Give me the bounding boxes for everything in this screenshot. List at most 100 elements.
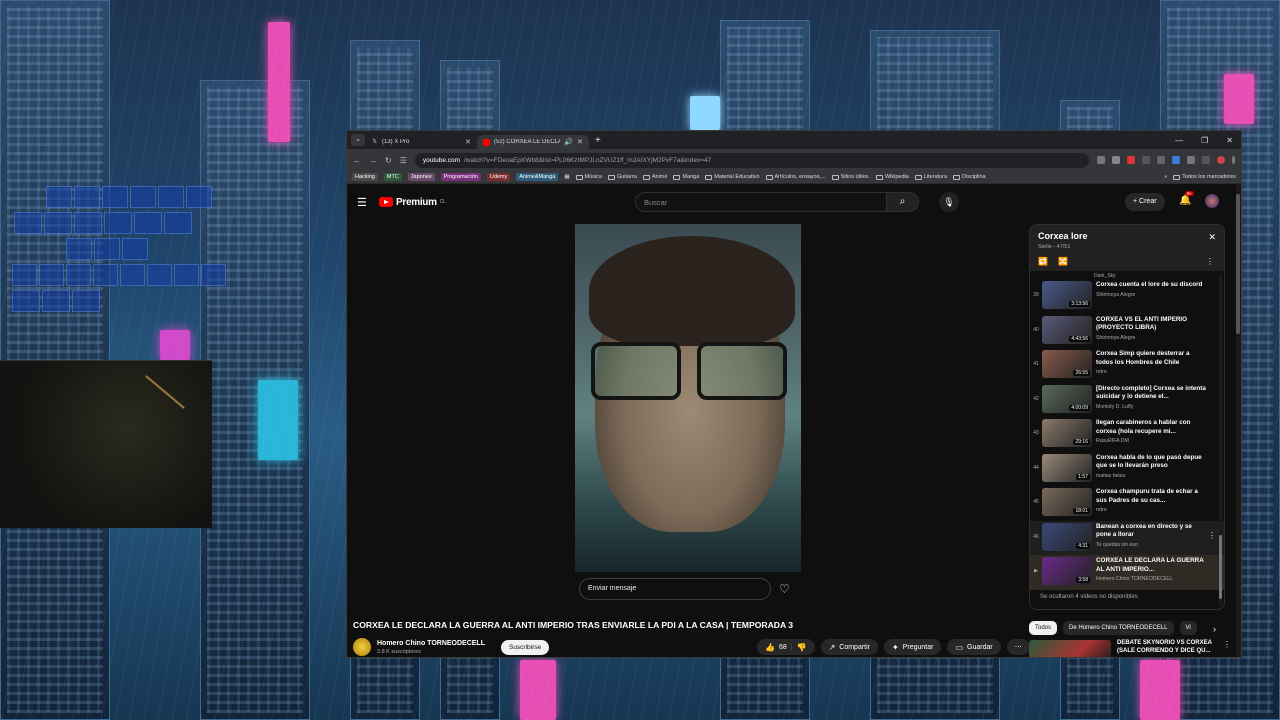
bookmark-star-icon[interactable]: [1112, 156, 1120, 164]
scrollbar-thumb[interactable]: [1236, 194, 1240, 334]
bookmark-folder[interactable]: Música: [575, 174, 602, 180]
tab-youtube[interactable]: (52) CORXEA LE DECLARA L 🔊 ✕: [477, 135, 589, 149]
recommended-thumbnail[interactable]: [1029, 640, 1111, 657]
share-button[interactable]: ↗ Compartir: [820, 639, 878, 655]
playlist-item[interactable]: 41 26:55 Corxea Simp quiere desterrar a to…: [1030, 348, 1224, 383]
thumbs-down-icon[interactable]: 👎: [797, 643, 807, 652]
voice-search-button[interactable]: 🎙: [939, 192, 959, 212]
playlist-item-thumbnail[interactable]: 3:58: [1042, 557, 1092, 585]
search-input[interactable]: Buscar: [635, 192, 887, 212]
youtube-logo[interactable]: Premium CL: [379, 197, 446, 208]
playlist-item[interactable]: 44 1:57 Corxea habla de lo que pasó depue …: [1030, 452, 1224, 487]
playlist-item[interactable]: ▶ 3:58 CORXEA LE DECLARA LA GUERRA AL ANTI…: [1030, 555, 1224, 590]
menu-icon[interactable]: ☰: [357, 196, 379, 209]
scrollbar-thumb[interactable]: [1219, 535, 1222, 599]
forward-icon[interactable]: →: [369, 156, 377, 165]
extension-icon[interactable]: [1172, 156, 1180, 164]
profile-icon[interactable]: [1217, 156, 1225, 164]
playlist-item[interactable]: 45 18:01 Corxea champuru trata de echar a …: [1030, 486, 1224, 521]
filter-chip-channel[interactable]: De Homero Chino TORNEODECELL: [1063, 621, 1174, 635]
tab-search-icon[interactable]: ⌄: [351, 134, 365, 146]
filter-chip-all[interactable]: Todos: [1029, 621, 1058, 635]
search-button[interactable]: ⌕: [887, 192, 919, 212]
channel-avatar[interactable]: [353, 638, 371, 656]
bookmark-folder[interactable]: Animé: [642, 174, 667, 180]
ask-button[interactable]: ✦ Preguntar: [884, 639, 942, 655]
close-window-icon[interactable]: ✕: [1226, 136, 1233, 145]
chevron-right-icon[interactable]: ›: [1213, 624, 1216, 634]
page-scrollbar[interactable]: [1236, 184, 1241, 657]
save-button[interactable]: ▭ Guardar: [947, 639, 1001, 655]
loop-icon[interactable]: 🔁: [1038, 257, 1048, 266]
bookmark-folder[interactable]: Literatura: [914, 174, 947, 180]
bookmark-folder[interactable]: Disciplina: [953, 174, 986, 180]
all-bookmarks-folder[interactable]: Todos los marcadores: [1173, 174, 1236, 180]
playlist-item[interactable]: 42 4:00:09 [Directo completo] Corxea se in…: [1030, 383, 1224, 418]
menu-icon[interactable]: [1232, 156, 1235, 164]
create-button[interactable]: + Crear: [1125, 193, 1165, 211]
bookmark-folder[interactable]: Artículos, ensayos,...: [765, 174, 826, 180]
close-icon[interactable]: ✕: [577, 138, 583, 146]
bookmark-folder[interactable]: Wikipedia: [875, 174, 909, 180]
more-actions-button[interactable]: ⋯: [1006, 639, 1030, 655]
playlist-item-thumbnail[interactable]: 4:43:56: [1042, 315, 1092, 344]
playlist-item[interactable]: 39 3:13:56 Corxea cuenta el lore de su dis…: [1030, 279, 1224, 314]
playlist-item-thumbnail[interactable]: 18:01: [1042, 488, 1092, 516]
speaker-icon[interactable]: 🔊: [564, 138, 573, 146]
playlist-item-thumbnail[interactable]: 26:55: [1042, 350, 1092, 378]
recommended-title[interactable]: DEBATE SKYNORIO VS CORXEA (SALE CORRIEND…: [1117, 640, 1217, 657]
bookmark-folder[interactable]: Guitarra: [607, 174, 637, 180]
bookmark-folder[interactable]: Manga: [673, 174, 699, 180]
notifications-button[interactable]: 🔔 9+: [1179, 191, 1195, 206]
recommended-item[interactable]: DEBATE SKYNORIO VS CORXEA (SALE CORRIEND…: [1029, 640, 1231, 657]
subscribe-button[interactable]: Suscribirse: [500, 639, 550, 655]
extension-icon[interactable]: [1127, 156, 1135, 164]
maximize-icon[interactable]: ❐: [1201, 136, 1208, 145]
bookmark-chip[interactable]: Japones: [407, 173, 435, 181]
shuffle-icon[interactable]: 🔀: [1058, 257, 1068, 266]
cast-icon[interactable]: [1097, 156, 1105, 164]
puzzle-icon[interactable]: [1187, 156, 1195, 164]
new-tab-button[interactable]: +: [595, 135, 601, 146]
bookmark-chip[interactable]: Hacking: [352, 173, 378, 181]
bookmark-chip[interactable]: Udemy: [486, 173, 511, 181]
extension-icon[interactable]: [1142, 156, 1150, 164]
playlist-title[interactable]: Corxea lore: [1038, 231, 1216, 241]
minimize-icon[interactable]: —: [1175, 136, 1183, 145]
extension-icon[interactable]: [1157, 156, 1165, 164]
message-input[interactable]: Enviar mensaje: [579, 578, 771, 600]
site-info-icon[interactable]: ☰: [400, 156, 407, 165]
bookmark-folder[interactable]: Sitios útiles.: [831, 174, 870, 180]
video-player[interactable]: [575, 224, 801, 572]
channel-name[interactable]: Homero Chino TORNEODECELL: [377, 640, 485, 647]
playlist-item-thumbnail[interactable]: 4:31: [1042, 522, 1092, 551]
close-icon[interactable]: ✕: [465, 138, 471, 146]
back-icon[interactable]: ←: [353, 156, 361, 165]
url-field[interactable]: youtube.com/watch?v=FDeoaEpXWb8&list=PL0…: [414, 152, 1089, 168]
download-icon[interactable]: [1202, 156, 1210, 164]
chevron-right-icon[interactable]: »: [1164, 174, 1167, 180]
more-vert-icon[interactable]: ⋮: [1223, 640, 1231, 657]
heart-icon[interactable]: ♡: [779, 582, 790, 596]
like-button[interactable]: 👍 68 | 👎: [757, 639, 815, 655]
playlist-item-thumbnail[interactable]: 1:57: [1042, 453, 1092, 482]
playlist-item-thumbnail[interactable]: 4:00:09: [1042, 384, 1092, 413]
tab-x-pro[interactable]: 𝕏 (13) X Pro ✕: [365, 135, 477, 149]
bookmark-chip[interactable]: Anime&Manga: [516, 173, 559, 181]
bookmark-folder[interactable]: Material Educativo: [705, 174, 760, 180]
close-icon[interactable]: ✕: [1208, 232, 1216, 243]
playlist-item-thumbnail[interactable]: 29:16: [1042, 419, 1092, 447]
more-vert-icon[interactable]: ⋮: [1206, 257, 1214, 266]
playlist-scrollbar[interactable]: [1219, 275, 1222, 605]
playlist-item[interactable]: 43 29:16 llegan carabineros a hablar con c…: [1030, 417, 1224, 452]
filter-chip-more[interactable]: Vi: [1179, 621, 1197, 635]
avatar[interactable]: [1205, 194, 1219, 208]
apps-grid-icon[interactable]: ▦: [564, 174, 569, 180]
playlist-item[interactable]: 40 4:43:56 CORXEA VS EL ANTI IMPERIO (PROY…: [1030, 314, 1224, 349]
bookmark-chip[interactable]: MTC: [383, 173, 402, 181]
playlist-item[interactable]: 46 4:31 Banean a corxea en directo y se po…: [1030, 520, 1224, 555]
bookmark-chip[interactable]: Programación: [440, 173, 481, 181]
playlist-item-thumbnail[interactable]: 3:13:56: [1042, 281, 1092, 309]
reload-icon[interactable]: ↻: [385, 156, 392, 165]
more-vert-icon[interactable]: ⋮: [1208, 531, 1216, 540]
